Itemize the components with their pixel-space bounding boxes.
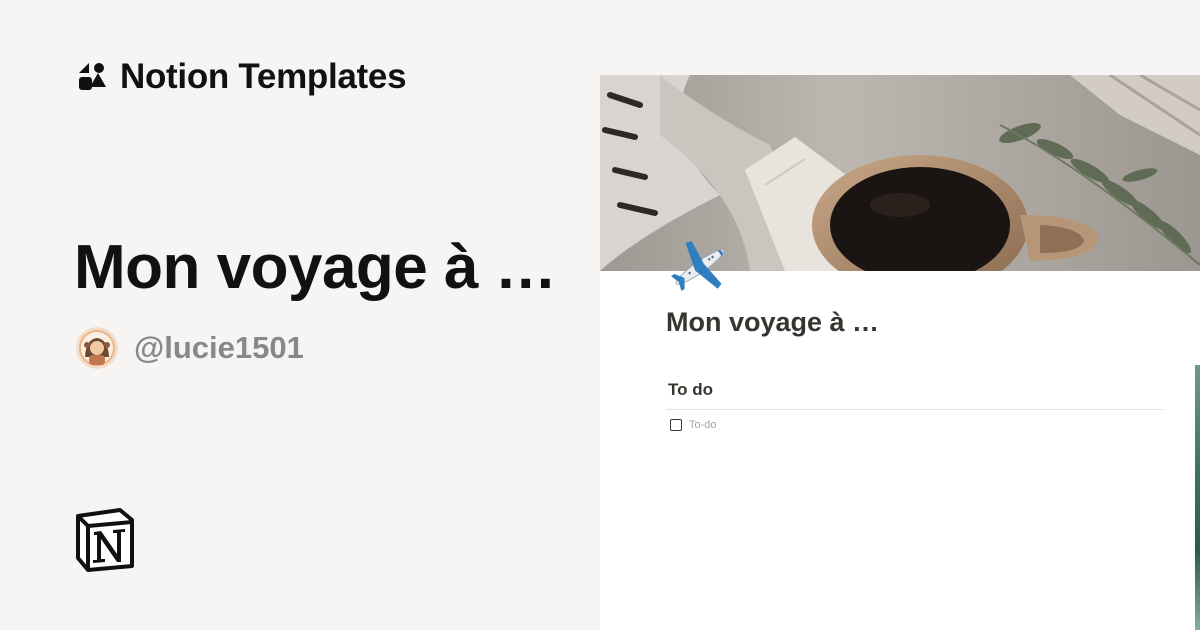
- avatar: [76, 327, 118, 369]
- notion-templates-icon: [79, 63, 106, 90]
- author-handle: @lucie1501: [134, 330, 304, 365]
- notion-logo-icon[interactable]: [74, 506, 136, 572]
- brand-name: Notion Templates: [120, 57, 407, 96]
- airplane-icon: [671, 241, 725, 292]
- todo-heading: To do: [668, 380, 713, 399]
- checkbox[interactable]: [670, 419, 682, 431]
- template-title: Mon voyage à …: [74, 233, 557, 302]
- template-preview[interactable]: Mon voyage à … To do To-do: [600, 75, 1200, 630]
- page-title: Mon voyage à …: [666, 307, 880, 337]
- todo-item[interactable]: To-do: [670, 419, 717, 431]
- gallery-image-edge: [1195, 365, 1200, 630]
- divider: [666, 409, 1164, 410]
- todo-placeholder: To-do: [689, 419, 717, 431]
- brand-header[interactable]: Notion Templates: [76, 57, 407, 96]
- author-link[interactable]: @lucie1501: [76, 327, 304, 369]
